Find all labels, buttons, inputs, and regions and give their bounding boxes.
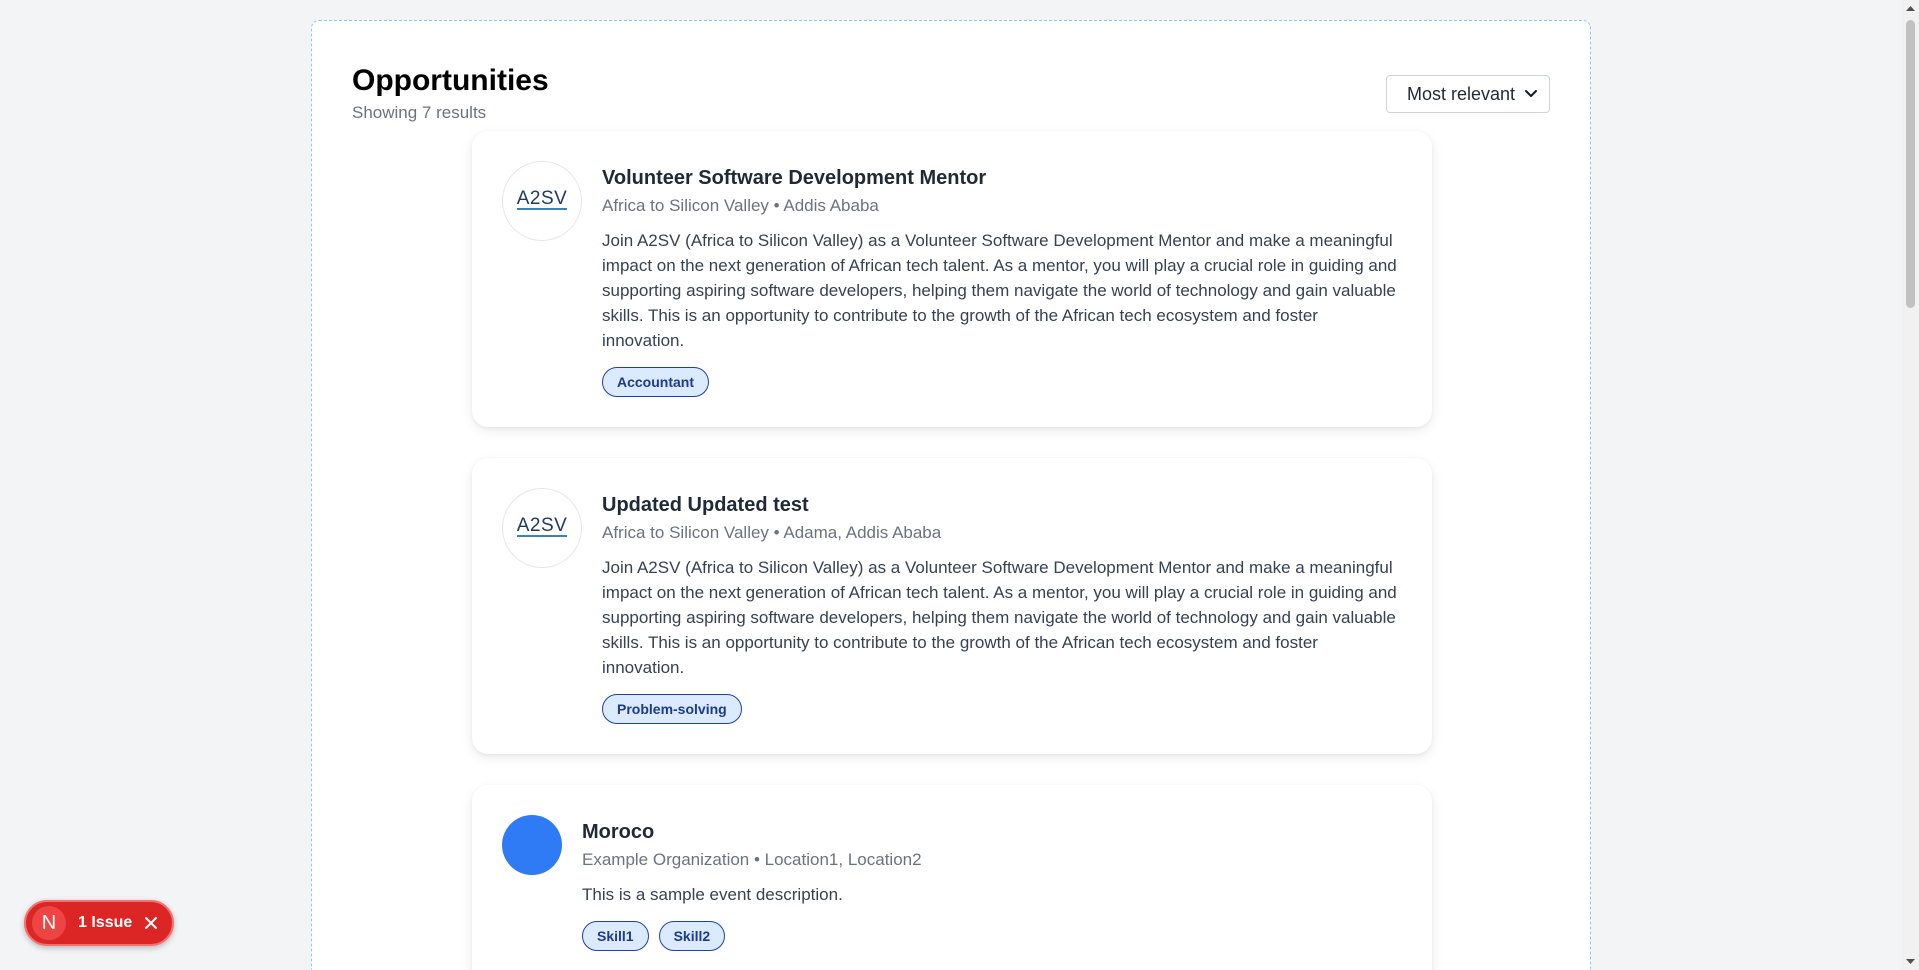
a2sv-logo-icon: A2SV [517,515,568,537]
tag-list: Accountant [602,366,1402,397]
card-title[interactable]: Updated Updated test [602,492,1402,518]
card-description: Join A2SV (Africa to Silicon Valley) as … [602,230,1397,350]
page-header: Opportunities Showing 7 results [352,63,549,123]
opportunity-card[interactable]: A2SV Updated Updated test Africa to Sili… [472,458,1432,754]
opportunity-card[interactable]: Moroco Example Organization • Location1,… [472,785,1432,970]
chevron-down-icon [1525,90,1537,97]
opportunities-panel: Opportunities Showing 7 results Most rel… [311,20,1591,970]
card-title[interactable]: Moroco [582,819,1382,845]
issues-badge[interactable]: N 1 Issue [24,900,174,946]
scrollbar-thumb[interactable] [1906,20,1915,308]
skill-tag: Accountant [602,366,709,397]
sort-dropdown[interactable]: Most relevant [1386,75,1550,113]
card-title[interactable]: Volunteer Software Development Mentor [602,165,1402,191]
nextjs-logo-icon: N [32,906,66,940]
issue-count-label[interactable]: 1 Issue [78,914,132,932]
card-content: Volunteer Software Development Mentor Af… [602,165,1402,397]
card-meta: Example Organization • Location1, Locati… [582,850,922,869]
card-content: Moroco Example Organization • Location1,… [582,819,1382,951]
skill-tag: Skill1 [582,920,649,951]
organization-avatar [502,815,562,875]
page-title: Opportunities [352,64,549,97]
scroll-up-arrow-icon[interactable] [1905,3,1916,14]
card-description: Join A2SV (Africa to Silicon Valley) as … [602,557,1397,677]
results-count: Showing 7 results [352,103,487,122]
opportunity-card[interactable]: A2SV Volunteer Software Development Ment… [472,131,1432,427]
organization-logo: A2SV [502,488,582,568]
tag-list: Skill1 Skill2 [582,920,1382,951]
a2sv-logo-icon: A2SV [517,188,568,210]
card-content: Updated Updated test Africa to Silicon V… [602,492,1402,724]
skill-tag: Skill2 [658,920,726,951]
close-icon[interactable] [144,916,158,930]
scroll-down-arrow-icon[interactable] [1905,956,1916,967]
tag-list: Problem-solving [602,693,1402,724]
card-meta: Africa to Silicon Valley • Adama, Addis … [602,523,942,542]
svg-text:A2SV: A2SV [517,188,568,209]
card-description: This is a sample event description. [582,884,843,904]
vertical-scrollbar[interactable] [1902,0,1919,970]
svg-text:A2SV: A2SV [517,515,568,536]
organization-logo: A2SV [502,161,582,241]
sort-selected-value: Most relevant [1407,83,1516,104]
card-meta: Africa to Silicon Valley • Addis Ababa [602,196,879,215]
skill-tag: Problem-solving [602,693,742,724]
